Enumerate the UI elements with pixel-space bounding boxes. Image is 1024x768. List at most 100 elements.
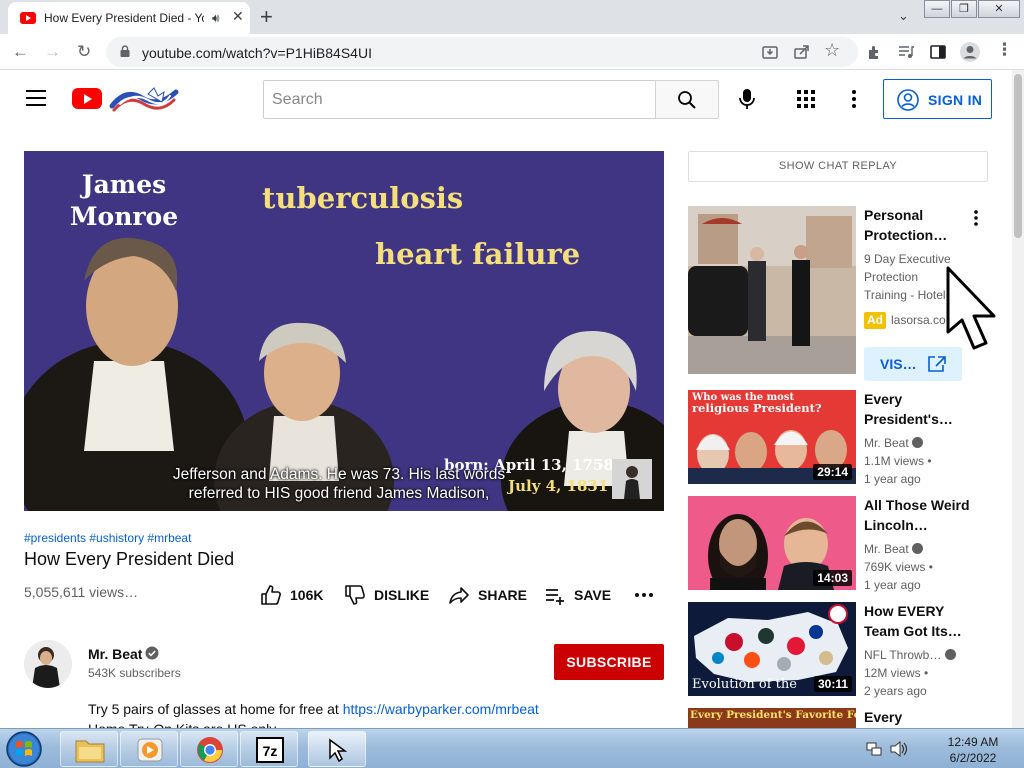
video-thumbnail-3[interactable]: Evolution of the 30:11 xyxy=(688,602,856,696)
dislike-label: DISLIKE xyxy=(374,587,430,603)
like-count: 106K xyxy=(290,587,324,603)
video-overlay-cause-2: heart failure xyxy=(375,237,581,271)
youtube-doodle-logo[interactable] xyxy=(108,84,180,114)
minimize-button[interactable]: — xyxy=(924,0,950,18)
url-text: youtube.com/watch?v=P1HiB84S4UI xyxy=(142,45,372,61)
cursor-app-icon xyxy=(329,738,348,762)
channel-name-1[interactable]: Mr. Beat xyxy=(864,434,924,452)
verified-check-icon xyxy=(944,649,956,660)
taskbar-chrome[interactable] xyxy=(180,731,238,767)
verified-check-icon xyxy=(912,437,924,448)
taskbar-media-player[interactable] xyxy=(120,731,178,767)
back-arrow-icon[interactable]: ← xyxy=(12,42,29,62)
video-overlay-name: James Monroe xyxy=(64,169,184,233)
video-title-1[interactable]: Every President's… xyxy=(864,389,974,429)
taskbar-active-app[interactable] xyxy=(308,731,366,767)
external-link-icon xyxy=(928,356,946,372)
show-chat-replay-button[interactable]: SHOW CHAT REPLAY xyxy=(688,151,988,182)
caption-line-1: Jefferson and Adams. He was 73. His last… xyxy=(172,466,506,483)
ad-visit-button[interactable]: VIS… xyxy=(864,347,962,381)
browser-tab[interactable]: How Every President Died - YouTube 🔊︎ ✕ xyxy=(8,2,250,34)
apps-grid-icon[interactable] xyxy=(797,90,815,108)
start-button-icon[interactable] xyxy=(4,730,44,768)
video-thumbnail-2[interactable]: 14:03 xyxy=(688,496,856,590)
channel-name-3[interactable]: NFL Throwb… xyxy=(864,646,956,664)
description-text: Try 5 pairs of glasses at home for free … xyxy=(88,701,343,717)
audio-playing-icon[interactable]: 🔊︎ xyxy=(212,11,220,26)
video-title-2[interactable]: All Those Weird Lincoln… xyxy=(864,495,974,535)
forward-arrow-icon[interactable]: → xyxy=(44,42,61,62)
subscribe-button[interactable]: SUBSCRIBE xyxy=(554,644,664,680)
network-icon[interactable] xyxy=(866,741,882,757)
side-panel-icon[interactable] xyxy=(930,44,946,60)
video-title-3[interactable]: How EVERY Team Got Its… xyxy=(864,601,974,641)
extensions-icon[interactable] xyxy=(866,44,882,60)
install-app-icon[interactable] xyxy=(762,44,778,60)
more-actions-icon[interactable] xyxy=(634,587,654,603)
microphone-icon[interactable] xyxy=(734,86,760,112)
bookmark-star-icon[interactable]: ☆ xyxy=(824,40,840,61)
channel-avatar[interactable] xyxy=(24,640,72,688)
chrome-icon xyxy=(197,737,223,763)
settings-kebab-icon[interactable] xyxy=(846,88,862,110)
search-button[interactable] xyxy=(655,80,719,119)
hashtags[interactable]: #presidents #ushistory #mrbeat xyxy=(24,531,191,545)
ad-more-icon[interactable] xyxy=(968,208,984,228)
verified-check-icon xyxy=(145,646,159,660)
address-bar[interactable]: youtube.com/watch?v=P1HiB84S4UI ☆ xyxy=(106,37,858,67)
channel-name-2[interactable]: Mr. Beat xyxy=(864,540,924,558)
sign-in-button[interactable]: SIGN IN xyxy=(883,79,992,119)
lock-icon xyxy=(120,45,130,57)
youtube-logo-icon[interactable] xyxy=(72,88,102,109)
system-clock[interactable]: 12:49 AM 6/2/2022 xyxy=(940,734,1006,766)
media-control-icon[interactable] xyxy=(898,44,914,60)
reload-icon[interactable]: ↻ xyxy=(77,42,91,62)
search-box[interactable] xyxy=(263,80,656,119)
ad-title[interactable]: Personal Protection… xyxy=(864,205,974,245)
taskbar-7zip[interactable]: 7z xyxy=(240,731,298,767)
search-input[interactable] xyxy=(264,81,656,118)
page-scrollbar[interactable] xyxy=(1012,70,1024,728)
watermark-avatar-icon xyxy=(612,459,652,499)
new-tab-icon[interactable]: + xyxy=(260,4,273,30)
thumb-caption-1b: religious President? xyxy=(692,401,822,415)
restore-button[interactable]: ❐ xyxy=(951,0,977,18)
save-button[interactable]: SAVE xyxy=(544,584,614,606)
youtube-header: SIGN IN xyxy=(0,70,1012,128)
tab-search-chevron-icon[interactable]: ⌄ xyxy=(898,8,909,24)
ad-desc-line-2: Protection xyxy=(864,270,919,284)
taskbar-explorer[interactable] xyxy=(60,731,118,767)
description-line-2: Home Try-On Kits are US only xyxy=(88,721,276,728)
tab-title: How Every President Died - YouTube xyxy=(44,11,204,25)
profile-avatar-icon[interactable] xyxy=(959,41,981,63)
7zip-icon: 7z xyxy=(256,737,284,763)
like-button[interactable]: 106K xyxy=(260,584,330,606)
clock-date: 6/2/2022 xyxy=(949,751,997,765)
hamburger-menu-icon[interactable] xyxy=(26,90,46,106)
channel-name[interactable]: Mr. Beat xyxy=(88,646,142,662)
scrollbar-thumb[interactable] xyxy=(1014,74,1022,238)
video-thumbnail-4[interactable]: Every President's Favorite Food xyxy=(688,708,856,728)
dislike-button[interactable]: DISLIKE xyxy=(344,584,434,606)
view-count[interactable]: 5,055,611 views… xyxy=(24,584,138,600)
channel-watermark[interactable] xyxy=(612,459,652,499)
video-thumbnail-1[interactable]: Who was the most religious President? 29… xyxy=(688,390,856,484)
view-count-2: 769K views • xyxy=(864,560,933,574)
channel-1-label: Mr. Beat xyxy=(864,436,909,450)
thumbs-down-icon xyxy=(345,585,365,605)
video-player[interactable]: James Monroe tuberculosis heart failure … xyxy=(24,151,664,511)
channel-3-label: NFL Throwb… xyxy=(864,648,942,662)
ad-thumbnail[interactable] xyxy=(688,206,856,374)
video-overlay-cause-1: tuberculosis xyxy=(262,181,464,215)
close-tab-icon[interactable]: ✕ xyxy=(232,8,244,25)
save-label: SAVE xyxy=(574,587,612,603)
description-link[interactable]: https://warbyparker.com/mrbeat xyxy=(343,701,539,717)
volume-icon[interactable] xyxy=(890,741,908,757)
share-page-icon[interactable] xyxy=(794,44,810,60)
name-line-2: Monroe xyxy=(69,202,179,231)
browser-menu-icon[interactable]: ⋮ xyxy=(996,40,1013,60)
close-window-button[interactable]: ✕ xyxy=(978,0,1020,18)
video-title: How Every President Died xyxy=(24,549,235,569)
video-title-4[interactable]: Every xyxy=(864,707,974,727)
share-button[interactable]: SHARE xyxy=(448,584,528,606)
